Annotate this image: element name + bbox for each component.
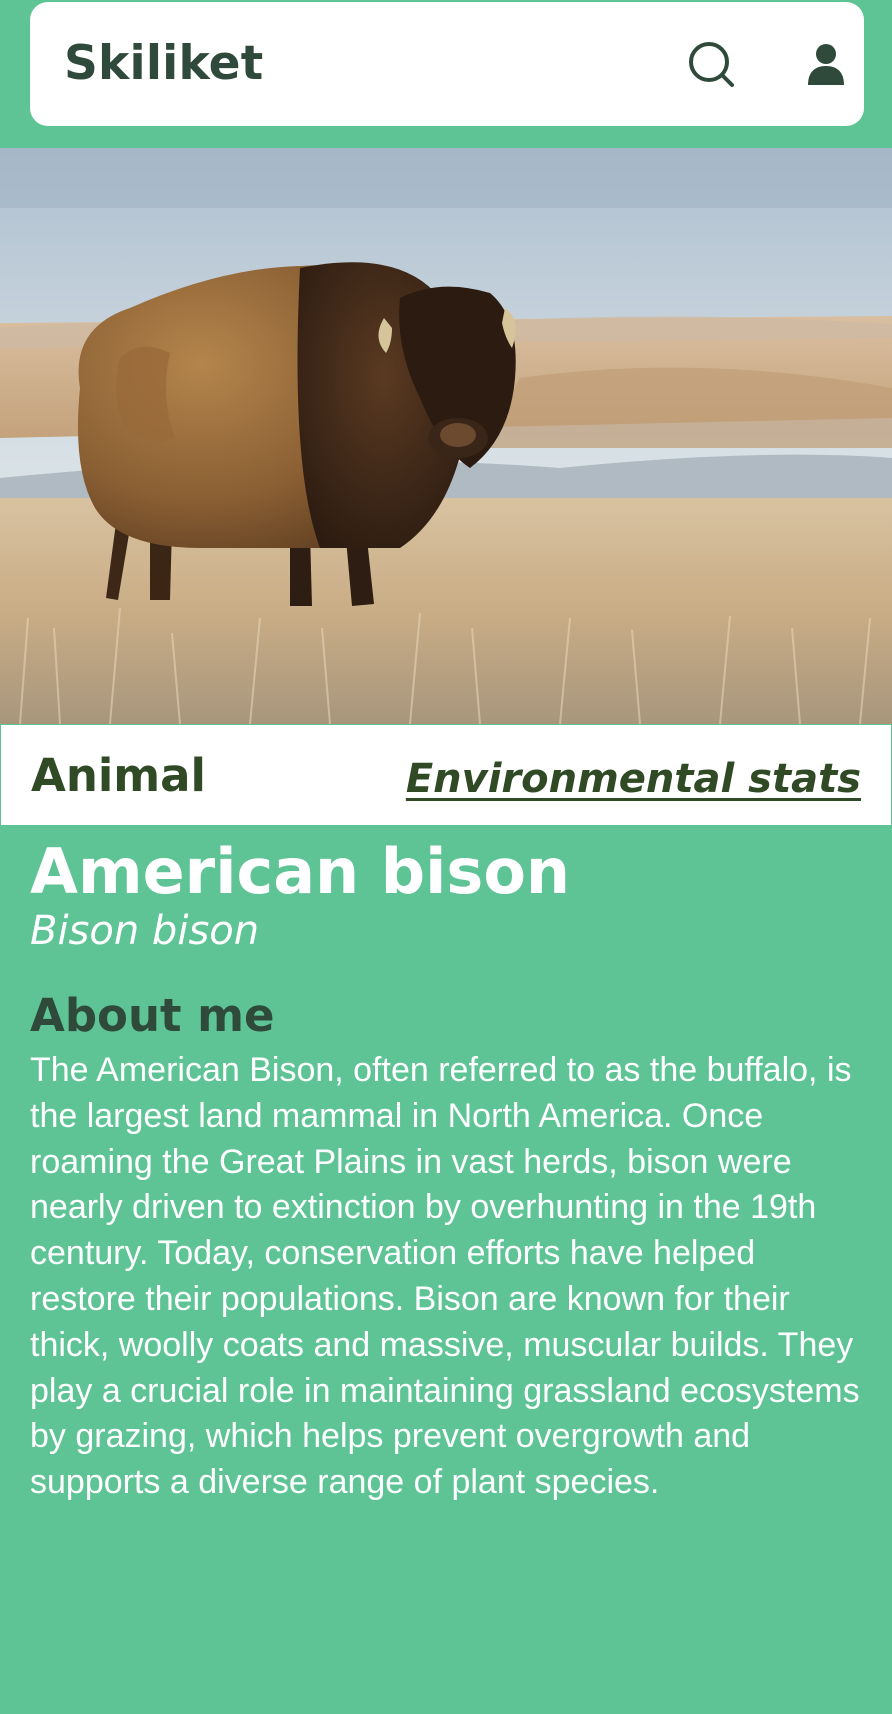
app-title: Skiliket bbox=[64, 36, 264, 91]
category-label: Animal bbox=[31, 749, 206, 802]
bison-photo bbox=[0, 148, 892, 724]
category-bar: Animal Environmental stats bbox=[0, 724, 892, 826]
search-icon bbox=[689, 42, 734, 87]
species-scientific-name: Bison bison bbox=[30, 908, 260, 954]
species-common-name: American bison bbox=[30, 835, 571, 908]
search-button[interactable] bbox=[686, 38, 738, 92]
user-icon bbox=[808, 44, 844, 85]
profile-button[interactable] bbox=[800, 38, 852, 92]
environmental-stats-link[interactable]: Environmental stats bbox=[406, 755, 861, 803]
top-app-bar: Skiliket bbox=[30, 2, 864, 126]
about-heading: About me bbox=[30, 989, 275, 1042]
hero-image bbox=[0, 148, 892, 724]
about-description: The American Bison, often referred to as… bbox=[30, 1051, 860, 1502]
